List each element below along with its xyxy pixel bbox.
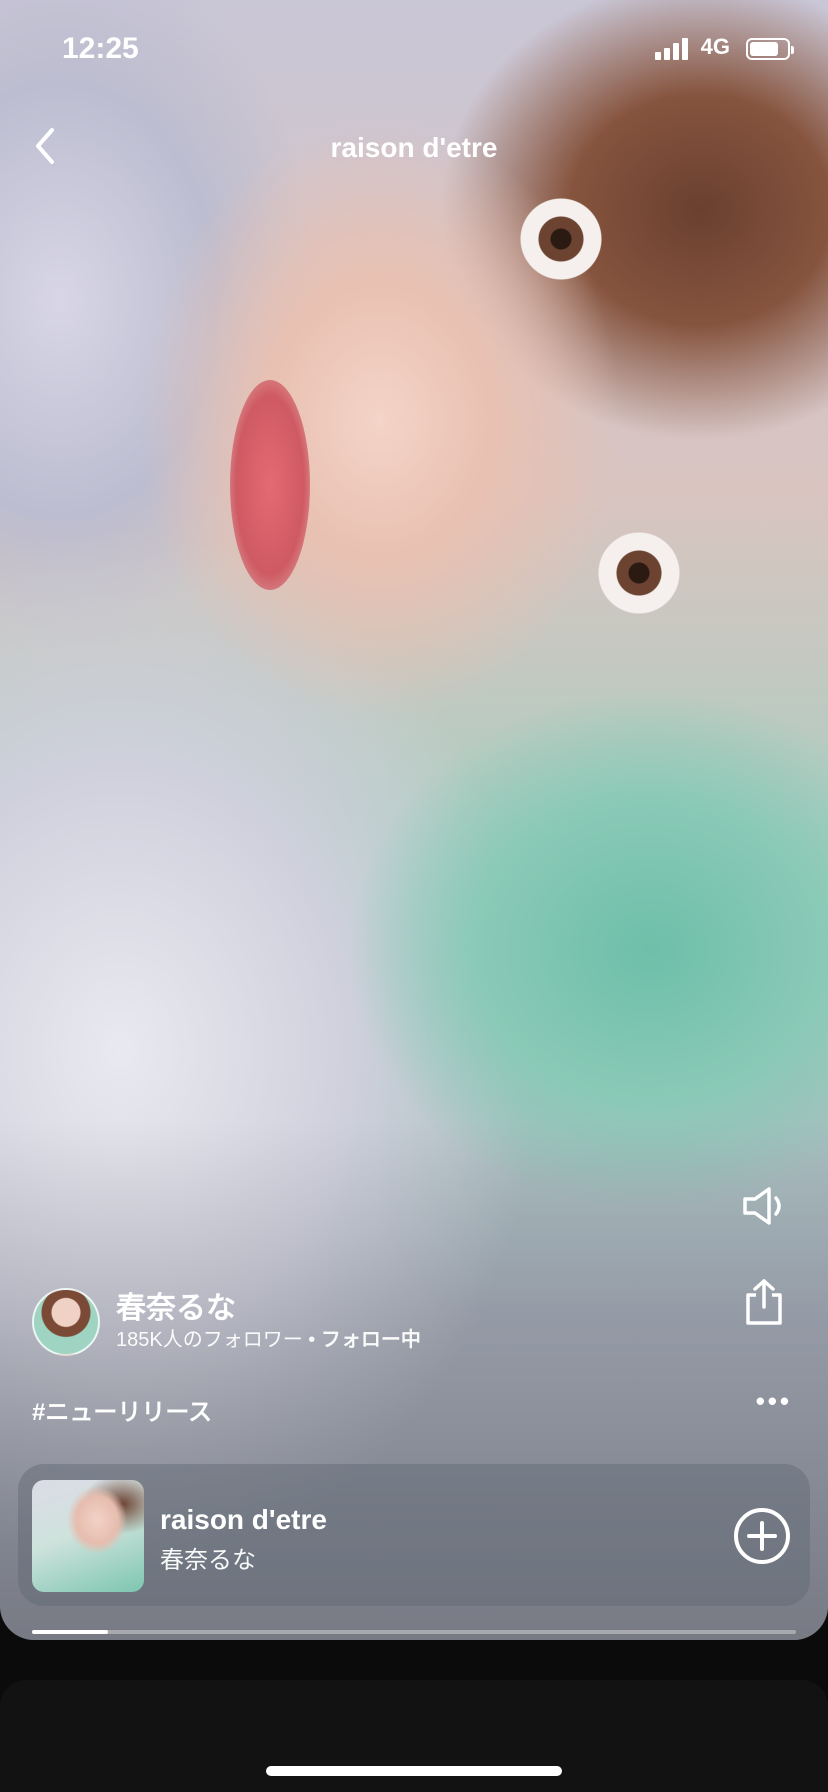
- track-card[interactable]: raison d'etre 春奈るな: [18, 1464, 810, 1606]
- progress-fill: [32, 1630, 109, 1634]
- hashtag-label[interactable]: #ニューリリース: [32, 1392, 212, 1427]
- artist-followers: 185K人のフォロワー • フォロー中: [116, 1327, 421, 1353]
- artwork-eye-right: [598, 532, 680, 614]
- follower-count: 185K人のフォロワー: [116, 1329, 303, 1351]
- more-options-icon[interactable]: •••: [756, 1386, 792, 1417]
- cellular-signal-icon: [655, 38, 688, 60]
- artwork-lips: [230, 380, 310, 590]
- share-button[interactable]: [734, 1272, 794, 1332]
- status-time: 12:25: [62, 32, 139, 65]
- artist-row[interactable]: 春奈るな 185K人のフォロワー • フォロー中: [32, 1288, 421, 1356]
- follow-status[interactable]: フォロー中: [321, 1329, 421, 1351]
- mute-button[interactable]: [734, 1176, 794, 1236]
- home-indicator[interactable]: [266, 1766, 562, 1776]
- page-title: raison d'etre: [330, 132, 498, 163]
- network-type: 4G: [700, 34, 730, 59]
- canvas-card[interactable]: 12:25 4G raison d'etre 春奈るな 185K人のフォロワー …: [0, 0, 828, 1640]
- track-artist: 春奈るな: [160, 1547, 256, 1574]
- artist-name[interactable]: 春奈るな: [116, 1291, 421, 1327]
- separator: •: [302, 1329, 321, 1351]
- speaker-icon: [743, 1187, 781, 1225]
- album-cover: [32, 1480, 144, 1592]
- track-title: raison d'etre: [160, 1504, 327, 1535]
- avatar[interactable]: [32, 1288, 100, 1356]
- status-bar: 12:25 4G: [0, 28, 828, 72]
- share-icon: [746, 1279, 782, 1325]
- battery-icon: [746, 38, 794, 60]
- progress-bar[interactable]: [32, 1630, 796, 1634]
- artwork-eye-left: [520, 198, 602, 280]
- add-circle-icon[interactable]: [732, 1506, 792, 1566]
